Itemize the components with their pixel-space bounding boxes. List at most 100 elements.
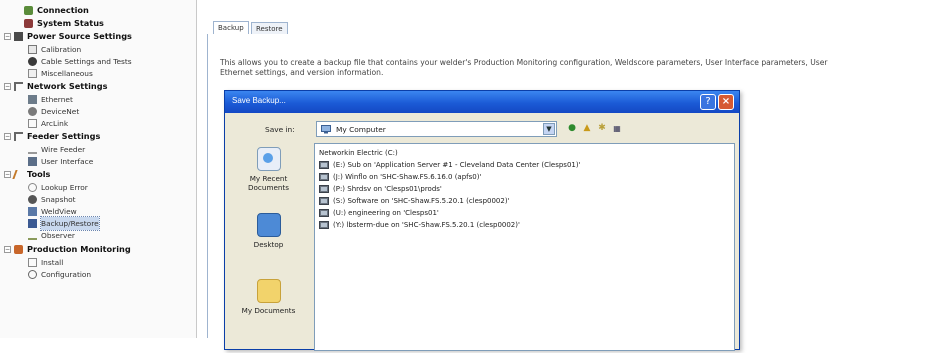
up-folder-icon[interactable]: ▲ xyxy=(581,122,593,135)
weldview-icon xyxy=(28,207,37,216)
tree-item-tools[interactable]: Tools xyxy=(12,168,51,181)
tree-item-label: System Status xyxy=(37,18,104,28)
snapshot-icon xyxy=(28,195,37,204)
tree-item-label: Production Monitoring xyxy=(27,244,131,254)
close-button[interactable]: × xyxy=(718,94,734,110)
calibration-icon xyxy=(28,45,37,54)
backup-restore-icon xyxy=(28,219,37,228)
place-label: My Recent Documents xyxy=(248,174,289,192)
file-list[interactable]: Networkin Electric (C:) (E:) Sub on 'App… xyxy=(314,143,735,351)
network-icon xyxy=(14,82,23,91)
list-item[interactable]: (E:) Sub on 'Application Server #1 - Cle… xyxy=(319,159,581,171)
tree-item-label: Miscellaneous xyxy=(41,69,93,78)
user-interface-icon xyxy=(28,157,37,166)
close-icon: × xyxy=(721,96,731,107)
tree-item-user-interface[interactable]: User Interface xyxy=(28,155,93,168)
network-drive-icon xyxy=(319,185,329,193)
tree-item-label: User Interface xyxy=(41,157,94,166)
tab-restore[interactable]: Restore xyxy=(251,22,288,34)
tree-item-label: ArcLink xyxy=(41,119,69,128)
collapse-toggle[interactable]: − xyxy=(4,246,11,253)
chevron-down-icon[interactable]: ▼ xyxy=(543,123,555,135)
collapse-toggle[interactable]: − xyxy=(4,33,11,40)
tab-bar: Backup Restore xyxy=(207,16,941,35)
file-label: (U:) engineering on 'Clesps01' xyxy=(333,209,439,217)
tab-label: Restore xyxy=(256,25,283,33)
wire-feeder-icon xyxy=(28,145,37,154)
tree-item-connection[interactable]: Connection xyxy=(24,4,89,17)
list-item[interactable]: (U:) engineering on 'Clesps01' xyxy=(319,207,439,219)
place-desktop[interactable]: Desktop xyxy=(230,213,307,249)
save-in-value: My Computer xyxy=(336,125,386,134)
tree-item-production-monitoring[interactable]: Production Monitoring xyxy=(14,243,131,256)
places-bar: My Recent Documents Desktop My Documents xyxy=(230,143,307,353)
install-icon xyxy=(28,258,37,267)
place-label: Desktop xyxy=(253,240,284,249)
network-drive-icon xyxy=(319,161,329,169)
system-status-icon xyxy=(24,19,33,28)
list-item[interactable]: (Y:) lbsterm-due on 'SHC-Shaw.FS.5.20.1 … xyxy=(319,219,520,231)
file-label: (S:) Software on 'SHC-Shaw.FS.5.20.1 (cl… xyxy=(333,197,510,205)
list-item[interactable]: (J:) Winflo on 'SHC-Shaw.FS.6.16.0 (apfs… xyxy=(319,171,481,183)
place-recent-documents[interactable]: My Recent Documents xyxy=(230,147,307,192)
tree-item-label: Network Settings xyxy=(27,81,108,91)
tree-item-miscellaneous[interactable]: Miscellaneous xyxy=(28,67,93,80)
collapse-toggle[interactable]: − xyxy=(4,83,11,90)
help-icon: ? xyxy=(705,96,711,107)
views-menu-icon[interactable]: ▦ xyxy=(611,122,623,135)
tree-item-arclink[interactable]: ArcLink xyxy=(28,117,68,130)
tree-item-power-source-settings[interactable]: Power Source Settings xyxy=(14,30,132,43)
tree-item-label: Feeder Settings xyxy=(27,131,101,141)
arclink-icon xyxy=(28,119,37,128)
cable-icon xyxy=(28,57,37,66)
collapse-toggle[interactable]: − xyxy=(4,171,11,178)
tab-label: Backup xyxy=(218,24,244,32)
tree-item-observer[interactable]: Observer xyxy=(28,229,75,242)
feeder-icon xyxy=(14,132,23,141)
tree-item-network-settings[interactable]: Network Settings xyxy=(14,80,108,93)
tree-item-system-status[interactable]: System Status xyxy=(24,17,104,30)
tree-item-label: Connection xyxy=(37,5,89,15)
dialog-title: Save Backup... xyxy=(232,96,286,105)
ethernet-icon xyxy=(28,95,37,104)
tree-item-configuration[interactable]: Configuration xyxy=(28,268,91,281)
back-icon[interactable]: ● xyxy=(566,122,578,135)
devicenet-icon xyxy=(28,107,37,116)
dialog-title-bar[interactable]: Save Backup... ? × xyxy=(225,91,739,113)
file-label: (J:) Winflo on 'SHC-Shaw.FS.6.16.0 (apfs… xyxy=(333,173,482,181)
list-item[interactable]: Networkin Electric (C:) xyxy=(319,147,398,159)
help-button[interactable]: ? xyxy=(700,94,716,110)
power-source-icon xyxy=(14,32,23,41)
place-my-documents[interactable]: My Documents xyxy=(230,279,307,315)
list-item[interactable]: (S:) Software on 'SHC-Shaw.FS.5.20.1 (cl… xyxy=(319,195,510,207)
save-in-dropdown[interactable]: My Computer ▼ xyxy=(316,121,557,137)
recent-documents-icon xyxy=(256,147,281,171)
list-item[interactable]: (P:) Shrdsv on 'Clesps01\prods' xyxy=(319,183,442,195)
file-label: (P:) Shrdsv on 'Clesps01\prods' xyxy=(333,185,442,193)
connection-icon xyxy=(24,6,33,15)
my-documents-icon xyxy=(256,279,281,303)
network-drive-icon xyxy=(319,209,329,217)
place-label: My Documents xyxy=(241,306,296,315)
observer-icon xyxy=(28,231,37,240)
my-computer-icon xyxy=(321,125,331,134)
tree-item-label: Observer xyxy=(41,231,75,240)
save-in-label: Save in: xyxy=(265,125,295,134)
tree-item-feeder-settings[interactable]: Feeder Settings xyxy=(14,130,100,143)
file-label: (Y:) lbsterm-due on 'SHC-Shaw.FS.5.20.1 … xyxy=(333,221,520,229)
configuration-icon xyxy=(28,270,37,279)
new-folder-icon[interactable]: ✱ xyxy=(596,122,608,135)
save-backup-dialog: Save Backup... ? × Save in: My Computer … xyxy=(224,90,740,353)
tree-item-label: Configuration xyxy=(41,270,92,279)
tools-icon xyxy=(12,170,25,179)
network-drive-icon xyxy=(319,173,329,181)
desktop-icon xyxy=(256,213,281,237)
tab-backup[interactable]: Backup xyxy=(213,21,249,34)
description-line-1: This allows you to create a backup file … xyxy=(220,58,828,67)
description-line-2: Ethernet settings, and version informati… xyxy=(220,68,384,77)
production-monitoring-icon xyxy=(14,245,23,254)
collapse-toggle[interactable]: − xyxy=(4,133,11,140)
lookup-error-icon xyxy=(28,183,37,192)
tree-item-label: Tools xyxy=(27,169,51,179)
file-label: Networkin Electric (C:) xyxy=(319,149,398,157)
